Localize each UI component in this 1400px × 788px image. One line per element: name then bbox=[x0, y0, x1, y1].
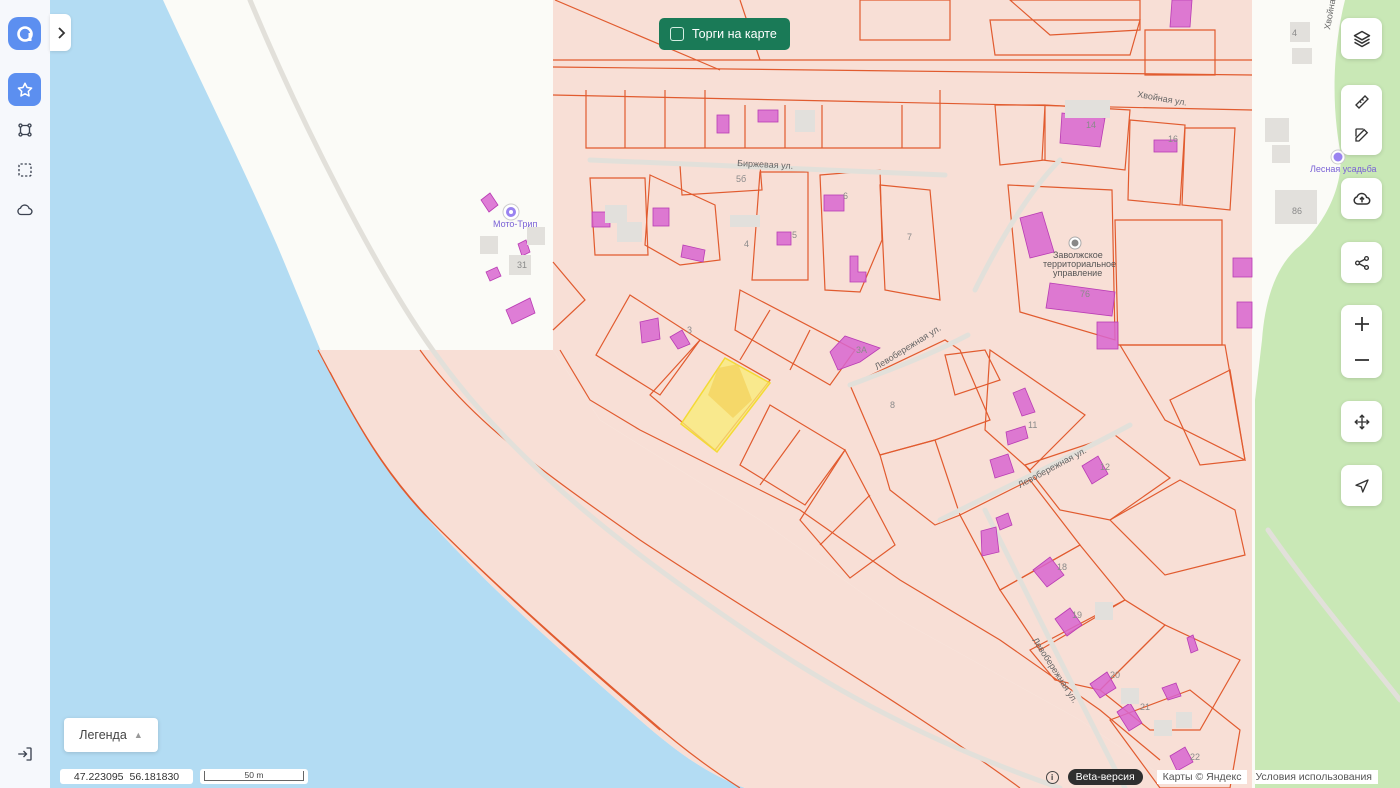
logout-icon[interactable] bbox=[8, 737, 41, 770]
house-number: 86 bbox=[1292, 206, 1302, 216]
beta-badge: Beta-версия bbox=[1067, 769, 1143, 785]
favorites-star-icon[interactable] bbox=[8, 73, 41, 106]
measure-draw-group bbox=[1341, 85, 1382, 155]
ruler-button[interactable] bbox=[1341, 85, 1382, 118]
terms-of-use-link[interactable]: Условия использования bbox=[1255, 770, 1378, 784]
pencil-edit-icon bbox=[1354, 127, 1368, 142]
zoom-in-button[interactable] bbox=[1341, 305, 1382, 342]
house-number: 11 bbox=[1028, 420, 1037, 430]
house-number: 21 bbox=[1140, 702, 1150, 712]
house-number: 8 bbox=[890, 400, 895, 410]
house-number: 76 bbox=[1080, 289, 1090, 299]
poi-label-moto: Мото-Трип bbox=[493, 219, 537, 229]
house-number: 4 bbox=[1292, 28, 1297, 38]
polygon-tool-icon[interactable] bbox=[8, 113, 41, 146]
upload-button[interactable] bbox=[1341, 178, 1382, 219]
edit-button[interactable] bbox=[1341, 118, 1382, 151]
building-label-line3: управление bbox=[1053, 268, 1102, 278]
info-icon[interactable]: i bbox=[1045, 770, 1059, 784]
house-number: 3 bbox=[687, 325, 692, 335]
house-number: 5 bbox=[792, 230, 797, 240]
auctions-checkbox[interactable] bbox=[670, 27, 684, 41]
navigation-arrow-icon bbox=[1354, 478, 1369, 493]
house-number: 18 bbox=[1057, 562, 1067, 572]
house-number: 22 bbox=[1190, 752, 1200, 762]
pan-button[interactable] bbox=[1341, 401, 1382, 442]
move-arrows-icon bbox=[1353, 413, 1370, 430]
zoom-group bbox=[1341, 305, 1382, 378]
left-sidebar bbox=[0, 0, 50, 788]
chevron-right-icon bbox=[57, 26, 65, 39]
area-select-icon[interactable] bbox=[8, 153, 41, 186]
house-number: 5б bbox=[736, 174, 746, 184]
latitude-value: 47.223095 bbox=[73, 770, 124, 783]
cloud-upload-icon bbox=[1352, 192, 1370, 205]
poi-label-usadba: Лесная усадьба bbox=[1310, 164, 1377, 174]
app-logo-icon[interactable] bbox=[8, 17, 41, 50]
chevron-up-icon: ▲ bbox=[133, 730, 143, 740]
house-number: 6 bbox=[843, 191, 848, 201]
share-icon bbox=[1354, 255, 1369, 270]
scale-bar: 50 m bbox=[200, 769, 308, 784]
sidebar-expand-button[interactable] bbox=[50, 14, 71, 51]
house-number: 20 bbox=[1110, 670, 1120, 680]
legend-label: Легенда bbox=[79, 728, 127, 742]
longitude-value: 56.181830 bbox=[129, 770, 180, 783]
coordinates-readout: 47.223095 56.181830 bbox=[60, 769, 193, 784]
layers-icon bbox=[1353, 30, 1370, 47]
auctions-on-map-toggle[interactable]: Торги на карте bbox=[659, 18, 790, 50]
minus-icon bbox=[1354, 359, 1369, 361]
house-number: 4 bbox=[744, 239, 749, 249]
scale-label: 50 m bbox=[244, 770, 264, 780]
share-button[interactable] bbox=[1341, 242, 1382, 283]
house-number: 16 bbox=[1168, 134, 1178, 144]
zoom-out-button[interactable] bbox=[1341, 342, 1382, 378]
map-footer: i Beta-версия Карты © Яндекс Условия исп… bbox=[1045, 768, 1378, 786]
layers-button[interactable] bbox=[1341, 18, 1382, 59]
cloud-icon[interactable] bbox=[8, 193, 41, 226]
geolocation-button[interactable] bbox=[1341, 465, 1382, 506]
house-number: 7 bbox=[907, 232, 912, 242]
plus-icon bbox=[1354, 316, 1369, 331]
house-number: 12 bbox=[1100, 462, 1110, 472]
house-number: 14 bbox=[1086, 120, 1096, 130]
house-number: 3А bbox=[856, 345, 867, 355]
map-canvas[interactable]: Мото-Трип Лесная усадьба Заволжское терр… bbox=[0, 0, 1400, 788]
legend-button[interactable]: Легенда ▲ bbox=[64, 718, 158, 752]
auctions-toggle-label: Торги на карте bbox=[692, 27, 777, 41]
house-number: 19 bbox=[1072, 610, 1082, 620]
house-number: 31 bbox=[517, 260, 527, 270]
map-provider-credit[interactable]: Карты © Яндекс bbox=[1156, 770, 1248, 784]
ruler-icon bbox=[1354, 94, 1369, 109]
